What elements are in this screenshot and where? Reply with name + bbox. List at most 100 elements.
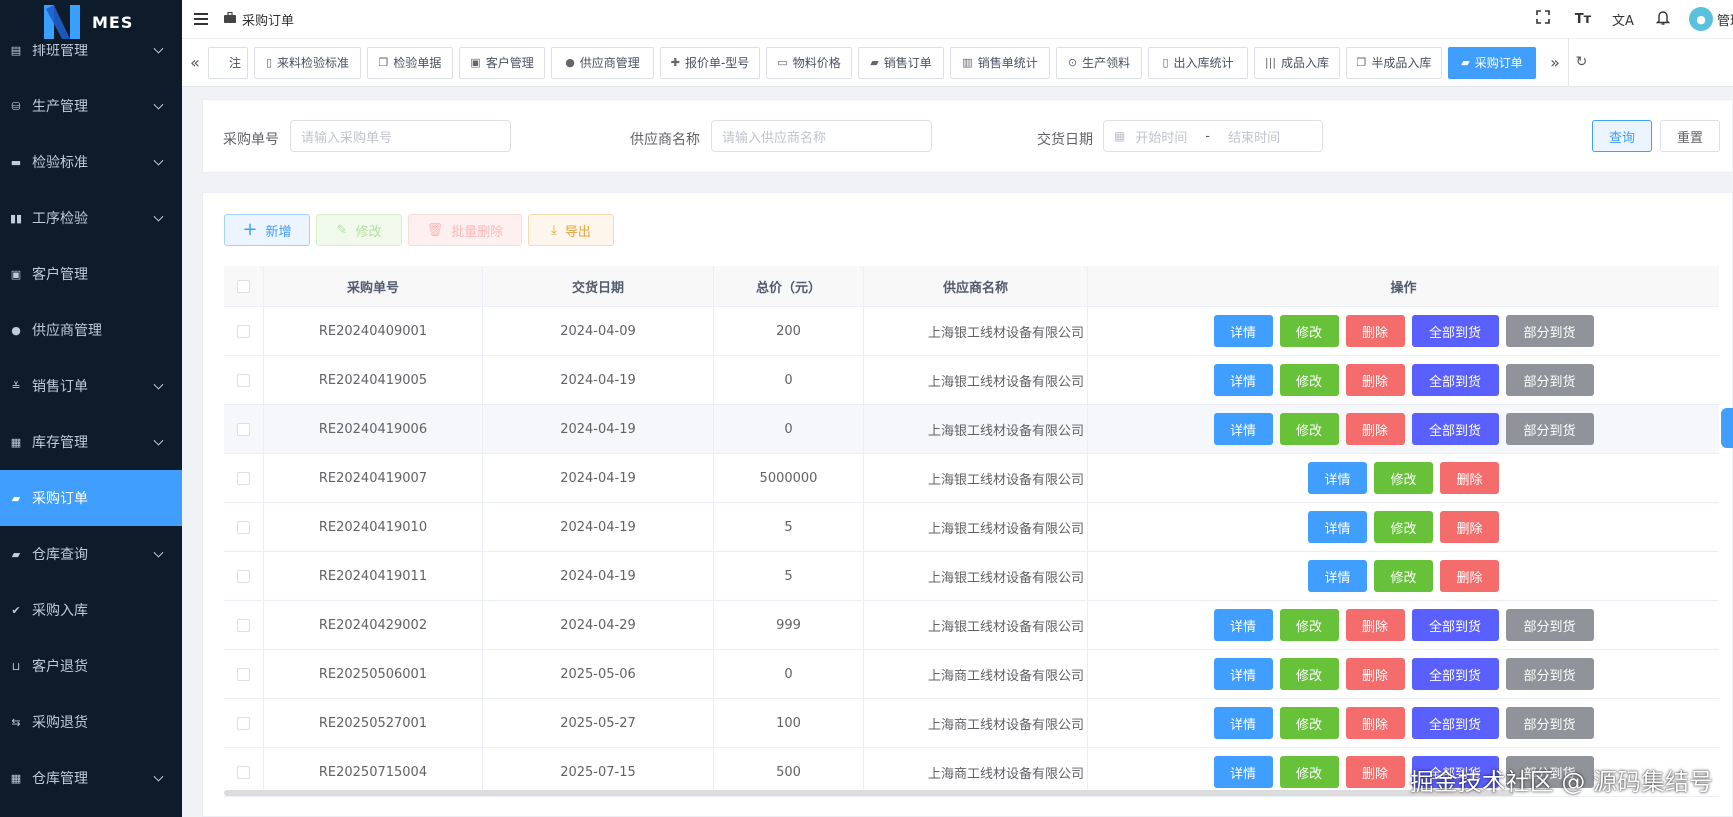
delete-row-button[interactable]: 删除 <box>1345 364 1405 396</box>
sidebar-item[interactable]: ▬ 检验标准 <box>0 134 182 190</box>
table-row[interactable]: RE20250506001 2025-05-06 0 上海商工线材设备有限公司 详情 修改… <box>224 650 1719 699</box>
row-checkbox[interactable] <box>237 618 250 632</box>
tag-item[interactable]: ▥ 销售单统计 <box>950 46 1050 79</box>
detail-button[interactable]: 详情 <box>1308 462 1367 494</box>
detail-button[interactable]: 详情 <box>1213 364 1273 396</box>
refresh-icon[interactable]: ↻ <box>1568 38 1594 87</box>
row-checkbox[interactable] <box>237 765 250 779</box>
table-row[interactable]: RE20240419007 2024-04-19 5000000 上海银工线材设备有限… <box>224 454 1719 503</box>
detail-button[interactable]: 详情 <box>1213 413 1273 445</box>
edit-row-button[interactable]: 修改 <box>1279 315 1339 347</box>
delete-row-button[interactable]: 删除 <box>1440 462 1499 494</box>
tag-item[interactable]: ▭ 物料价格 <box>766 46 852 79</box>
row-checkbox[interactable] <box>237 716 250 730</box>
user-name[interactable]: 管理 <box>1717 10 1733 29</box>
full-arrival-button[interactable]: 全部到货 <box>1411 315 1499 347</box>
table-row[interactable]: RE20240409001 2024-04-09 200 上海银工线材设备有限公司 详情… <box>224 307 1719 356</box>
edit-row-button[interactable]: 修改 <box>1374 462 1433 494</box>
batch-delete-button[interactable]: 🗑 批量删除 <box>408 214 522 246</box>
sidebar-item[interactable]: ≚ 销售订单 <box>0 358 182 414</box>
delete-row-button[interactable]: 删除 <box>1345 609 1405 641</box>
edit-row-button[interactable]: 修改 <box>1279 609 1339 641</box>
reset-button[interactable]: 重置 <box>1660 120 1720 152</box>
row-checkbox[interactable] <box>237 422 250 436</box>
detail-button[interactable]: 详情 <box>1213 315 1273 347</box>
tag-item[interactable]: ||| 成品入库 <box>1254 46 1340 79</box>
font-size-icon[interactable]: Tт <box>1563 12 1603 27</box>
add-button[interactable]: + 新增 <box>224 214 310 246</box>
full-arrival-button[interactable]: 全部到货 <box>1411 658 1499 690</box>
tag-item[interactable]: ❐ 半成品入库 <box>1346 46 1442 79</box>
tag-item[interactable]: ● 供应商管理 <box>551 46 654 79</box>
sidebar-item[interactable]: ⊔ 客户退货 <box>0 638 182 694</box>
sidebar-item[interactable]: ▮▮ 工序检验 <box>0 190 182 246</box>
settings-handle[interactable] <box>1721 408 1733 448</box>
tag-item[interactable]: ❐ 检验单据 <box>367 46 453 79</box>
row-checkbox[interactable] <box>237 569 250 583</box>
delete-row-button[interactable]: 删除 <box>1345 756 1405 788</box>
bell-icon[interactable] <box>1643 10 1683 29</box>
translate-icon[interactable]: 文A <box>1603 10 1643 29</box>
detail-button[interactable]: 详情 <box>1308 511 1367 543</box>
table-row[interactable]: RE20240419005 2024-04-19 0 上海银工线材设备有限公司 详情 修改… <box>224 356 1719 405</box>
tag-item[interactable]: ▯ 出入库统计 <box>1148 46 1248 79</box>
table-row[interactable]: RE20240419010 2024-04-19 5 上海银工线材设备有限公司 详情 修改… <box>224 503 1719 552</box>
horizontal-scrollbar[interactable] <box>224 790 1514 796</box>
delete-row-button[interactable]: 删除 <box>1440 511 1499 543</box>
edit-row-button[interactable]: 修改 <box>1279 364 1339 396</box>
hamburger-icon[interactable] <box>194 13 208 25</box>
sidebar-item[interactable]: ▦ 库存管理 <box>0 414 182 470</box>
row-checkbox[interactable] <box>237 471 250 485</box>
sidebar-item[interactable]: ⛁ 生产管理 <box>0 78 182 134</box>
detail-button[interactable]: 详情 <box>1213 609 1273 641</box>
full-arrival-button[interactable]: 全部到货 <box>1411 413 1499 445</box>
sidebar-item[interactable]: ▣ 客户管理 <box>0 246 182 302</box>
detail-button[interactable]: 详情 <box>1213 707 1273 739</box>
avatar[interactable]: ● <box>1689 7 1713 31</box>
order-no-input[interactable]: 请输入采购单号 <box>290 120 511 152</box>
sidebar-item[interactable]: ⇆ 采购退货 <box>0 694 182 750</box>
edit-row-button[interactable]: 修改 <box>1374 560 1433 592</box>
sidebar-item[interactable]: ● 供应商管理 <box>0 302 182 358</box>
tags-scroll-right-icon[interactable]: » <box>1542 53 1568 72</box>
breadcrumb-current[interactable]: 采购订单 <box>242 10 294 29</box>
tag-item[interactable]: 注 <box>208 46 248 79</box>
table-row[interactable]: RE20240429002 2024-04-29 999 上海银工线材设备有限公司 详情… <box>224 601 1719 650</box>
tag-item[interactable]: ⊙ 生产领料 <box>1056 46 1142 79</box>
edit-row-button[interactable]: 修改 <box>1279 413 1339 445</box>
tag-item[interactable]: ✚ 报价单-型号 <box>660 46 760 79</box>
query-button[interactable]: 查询 <box>1592 120 1652 152</box>
table-row[interactable]: RE20240419006 2024-04-19 0 上海银工线材设备有限公司 详情 修改… <box>224 405 1719 454</box>
sidebar-item[interactable]: ▰ 仓库查询 <box>0 526 182 582</box>
edit-row-button[interactable]: 修改 <box>1374 511 1433 543</box>
partial-arrival-button[interactable]: 部分到货 <box>1505 364 1594 396</box>
row-checkbox[interactable] <box>237 324 250 338</box>
export-button[interactable]: ⤓ 导出 <box>528 214 614 246</box>
detail-button[interactable]: 详情 <box>1308 560 1367 592</box>
detail-button[interactable]: 详情 <box>1213 756 1273 788</box>
date-range-picker[interactable]: ▦ 开始时间 - 结束时间 <box>1103 120 1323 152</box>
select-all-checkbox[interactable] <box>237 279 250 293</box>
row-checkbox[interactable] <box>237 373 250 387</box>
edit-row-button[interactable]: 修改 <box>1279 658 1339 690</box>
table-row[interactable]: RE20240419011 2024-04-19 5 上海银工线材设备有限公司 详情 修改… <box>224 552 1719 601</box>
tag-item[interactable]: ▰ 销售订单 <box>858 46 944 79</box>
delete-row-button[interactable]: 删除 <box>1345 315 1405 347</box>
tag-item[interactable]: ▯ 来料检验标准 <box>254 46 361 79</box>
partial-arrival-button[interactable]: 部分到货 <box>1505 413 1594 445</box>
row-checkbox[interactable] <box>237 520 250 534</box>
fullscreen-icon[interactable] <box>1523 10 1563 28</box>
sidebar-item[interactable]: ▰ 采购订单 <box>0 470 182 526</box>
partial-arrival-button[interactable]: 部分到货 <box>1505 658 1594 690</box>
partial-arrival-button[interactable]: 部分到货 <box>1505 315 1594 347</box>
delete-row-button[interactable]: 删除 <box>1345 658 1405 690</box>
sidebar-item[interactable]: ✔ 采购入库 <box>0 582 182 638</box>
sidebar-item[interactable]: ▦ 仓库管理 <box>0 750 182 806</box>
full-arrival-button[interactable]: 全部到货 <box>1411 707 1499 739</box>
table-row[interactable]: RE20250527001 2025-05-27 100 上海商工线材设备有限公司 详情… <box>224 699 1719 748</box>
tag-item[interactable]: ▣ 客户管理 <box>459 46 545 79</box>
delete-row-button[interactable]: 删除 <box>1440 560 1499 592</box>
edit-row-button[interactable]: 修改 <box>1279 707 1339 739</box>
tags-scroll-left-icon[interactable]: « <box>182 53 208 72</box>
tag-item[interactable]: ▰ 采购订单 <box>1448 46 1536 79</box>
